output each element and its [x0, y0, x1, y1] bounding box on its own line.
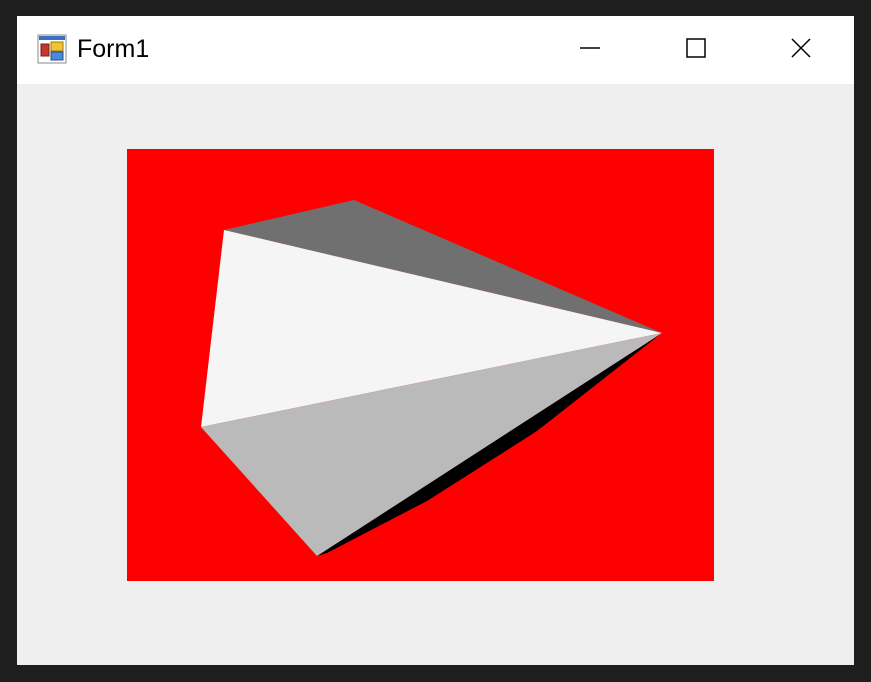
window-title: Form1: [77, 35, 150, 63]
maximize-button[interactable]: [643, 16, 749, 80]
rendered-shape: [127, 149, 714, 581]
title-bar[interactable]: Form1: [17, 16, 854, 84]
winforms-app-icon: [37, 34, 67, 64]
close-button[interactable]: [748, 16, 854, 80]
minimize-icon: [580, 47, 600, 49]
render-canvas: [127, 149, 714, 581]
form-window: Form1: [17, 16, 854, 665]
minimize-button[interactable]: [537, 16, 643, 80]
maximize-icon: [686, 38, 706, 58]
close-icon: [791, 38, 811, 58]
app-icon[interactable]: [37, 34, 67, 64]
